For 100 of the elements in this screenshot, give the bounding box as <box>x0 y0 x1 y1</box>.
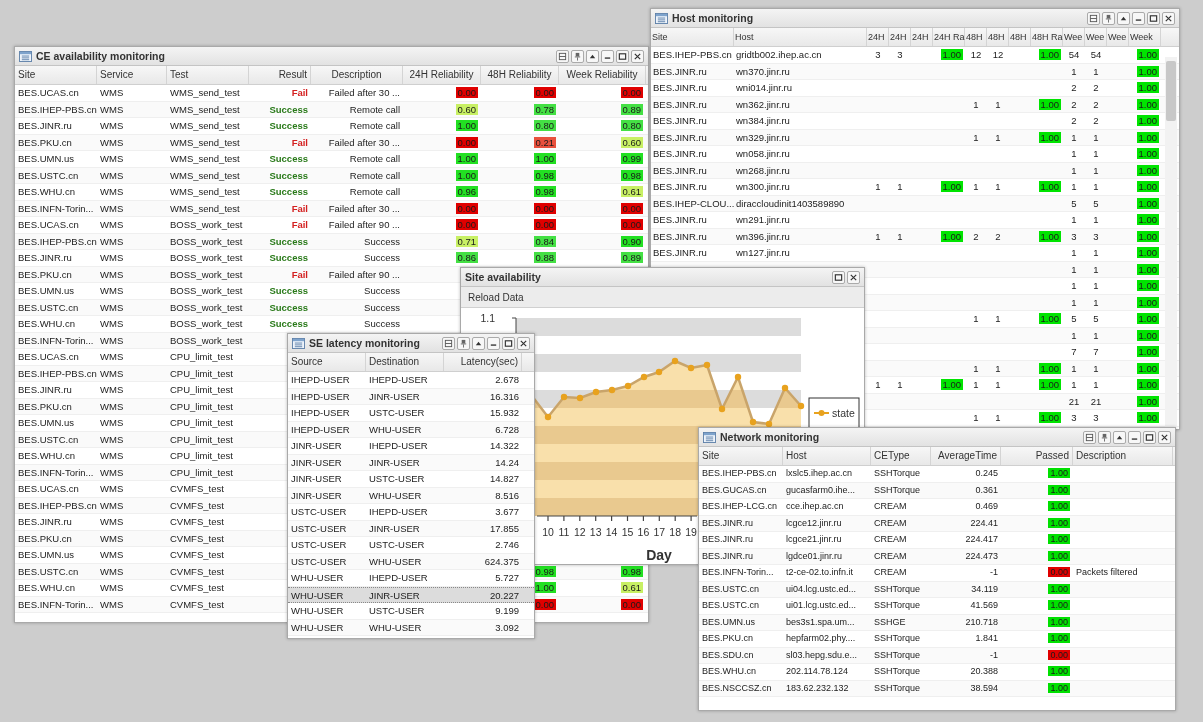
column-header[interactable]: Test <box>167 66 249 84</box>
rate-badge: 1.00 <box>1136 98 1159 110</box>
rate-badge: 1.00 <box>1136 313 1159 324</box>
maximize-button[interactable] <box>832 270 845 284</box>
table-row[interactable]: USTC-USER IHEPD-USER 3.677 <box>288 504 534 521</box>
column-header[interactable]: Host <box>734 28 867 46</box>
table-cell: WMS <box>100 334 124 346</box>
window-title: CE availability monitoring <box>36 50 165 62</box>
layout-button[interactable] <box>442 336 455 350</box>
minimize-button[interactable] <box>1132 11 1145 25</box>
table-cell: wn329.jinr.ru <box>736 131 790 143</box>
column-header[interactable]: Passed <box>1001 447 1073 465</box>
maximize-button[interactable] <box>502 336 515 350</box>
close-button[interactable] <box>517 336 530 350</box>
collapse-button[interactable] <box>1113 430 1126 444</box>
axis-label: 10 <box>542 526 554 538</box>
column-header[interactable]: 48H <box>1009 28 1031 46</box>
table-cell: BES.JINR.ru <box>18 516 72 527</box>
column-header[interactable]: CEType <box>871 447 931 465</box>
table-cell: 1 <box>995 362 1001 374</box>
rate-badge: 1.00 <box>1136 329 1159 341</box>
column-header[interactable]: Description <box>1073 447 1173 465</box>
minimize-button[interactable] <box>601 49 614 63</box>
close-button[interactable] <box>1158 430 1171 444</box>
close-icon <box>633 51 642 61</box>
column-header[interactable]: Latency(sec) <box>444 353 522 371</box>
collapse-button[interactable] <box>586 49 599 63</box>
close-button[interactable] <box>847 270 860 284</box>
column-header[interactable]: 24H <box>911 28 933 46</box>
pin-button[interactable] <box>457 336 470 350</box>
column-header[interactable]: 24H <box>889 28 911 46</box>
table-row[interactable]: USTC-USER USTC-USER 2.746 <box>288 537 534 554</box>
pin-button[interactable] <box>1098 430 1111 444</box>
column-header[interactable]: 48H Reliability <box>481 66 559 84</box>
table-row[interactable]: JINR-USER USTC-USER 14.827 <box>288 471 534 488</box>
layout-button[interactable] <box>1083 430 1096 444</box>
table-row[interactable]: WHU-USER USTC-USER 9.199 <box>288 603 534 620</box>
table-row[interactable]: IHEPD-USER IHEPD-USER 2.678 <box>288 372 534 389</box>
column-header[interactable]: Service <box>97 66 167 84</box>
minimize-button[interactable] <box>487 336 500 350</box>
maximize-button[interactable] <box>1143 430 1156 444</box>
table-cell: CVMFS_test <box>170 483 224 494</box>
value-badge: 0.90 <box>620 235 643 247</box>
table-cell: BES.NSCCSZ.cn <box>702 682 772 693</box>
table-icon <box>655 12 668 24</box>
column-header[interactable]: Result <box>249 66 311 84</box>
collapse-button[interactable] <box>1117 11 1130 25</box>
column-header[interactable]: Wee <box>1107 28 1129 46</box>
column-header[interactable]: AverageTime <box>931 447 1001 465</box>
table-cell: 12 <box>970 49 982 60</box>
table-row[interactable]: IHEPD-USER USTC-USER 15.932 <box>288 405 534 422</box>
table-cell: Failed after 90 ... <box>328 219 400 230</box>
maximize-button[interactable] <box>616 49 629 63</box>
column-header[interactable]: Wee <box>1085 28 1107 46</box>
table-row[interactable]: JINR-USER IHEPD-USER 14.322 <box>288 438 534 455</box>
maximize-button[interactable] <box>1147 11 1160 25</box>
table-cell: 7 <box>1093 346 1099 357</box>
column-header[interactable]: 48H <box>987 28 1009 46</box>
table-cell: BES.INFN-Torin... <box>18 598 94 610</box>
column-header[interactable]: Site <box>651 28 734 46</box>
column-header[interactable]: 48H <box>965 28 987 46</box>
table-cell: CPU_limit_test <box>170 433 233 445</box>
layout-button[interactable] <box>556 49 569 63</box>
column-header[interactable]: 24H <box>867 28 889 46</box>
column-header[interactable]: Destination <box>366 353 444 371</box>
column-header[interactable]: Site <box>15 66 97 84</box>
table-cell: 2 <box>1093 115 1099 126</box>
column-header[interactable]: Wee <box>1063 28 1085 46</box>
pin-button[interactable] <box>1102 11 1115 25</box>
scrollbar[interactable] <box>1165 57 1177 427</box>
rate-badge: 1.00 <box>1136 214 1159 225</box>
table-cell: WMS <box>100 103 124 115</box>
column-header[interactable]: Source <box>288 353 366 371</box>
column-header[interactable]: Week Reliability <box>559 66 646 84</box>
close-button[interactable] <box>631 49 644 63</box>
table-cell: 2.746 <box>495 539 519 550</box>
reload-data-button[interactable]: Reload Data <box>465 290 527 304</box>
column-header[interactable]: Site <box>699 447 783 465</box>
table-cell: 3 <box>897 49 903 60</box>
table-cell: CVMFS_test <box>170 516 224 527</box>
table-cell: 183.62.232.132 <box>786 682 849 693</box>
table-cell: USTC-USER <box>291 555 347 567</box>
column-header[interactable]: Host <box>783 447 871 465</box>
column-header[interactable]: 48H Ra <box>1031 28 1063 46</box>
rate-badge: 1.00 <box>940 379 963 390</box>
table-cell: wni014.jinr.ru <box>736 82 792 93</box>
column-header[interactable]: Week <box>1129 28 1161 46</box>
close-button[interactable] <box>1162 11 1175 25</box>
layout-button[interactable] <box>1087 11 1100 25</box>
pin-button[interactable] <box>571 49 584 63</box>
column-header[interactable]: Description <box>311 66 403 84</box>
minimize-button[interactable] <box>1128 430 1141 444</box>
table-cell: Success <box>364 301 400 313</box>
column-header[interactable]: 24H Ra <box>933 28 965 46</box>
collapse-button[interactable] <box>472 336 485 350</box>
table-cell: 14.827 <box>489 473 519 484</box>
rate-badge: 1.00 <box>1136 65 1159 77</box>
column-header[interactable]: 24H Reliability <box>403 66 481 84</box>
table-cell: BES.USTC.cn <box>18 169 79 181</box>
table-row[interactable]: WHU-USER IHEPD-USER 5.727 <box>288 570 534 587</box>
